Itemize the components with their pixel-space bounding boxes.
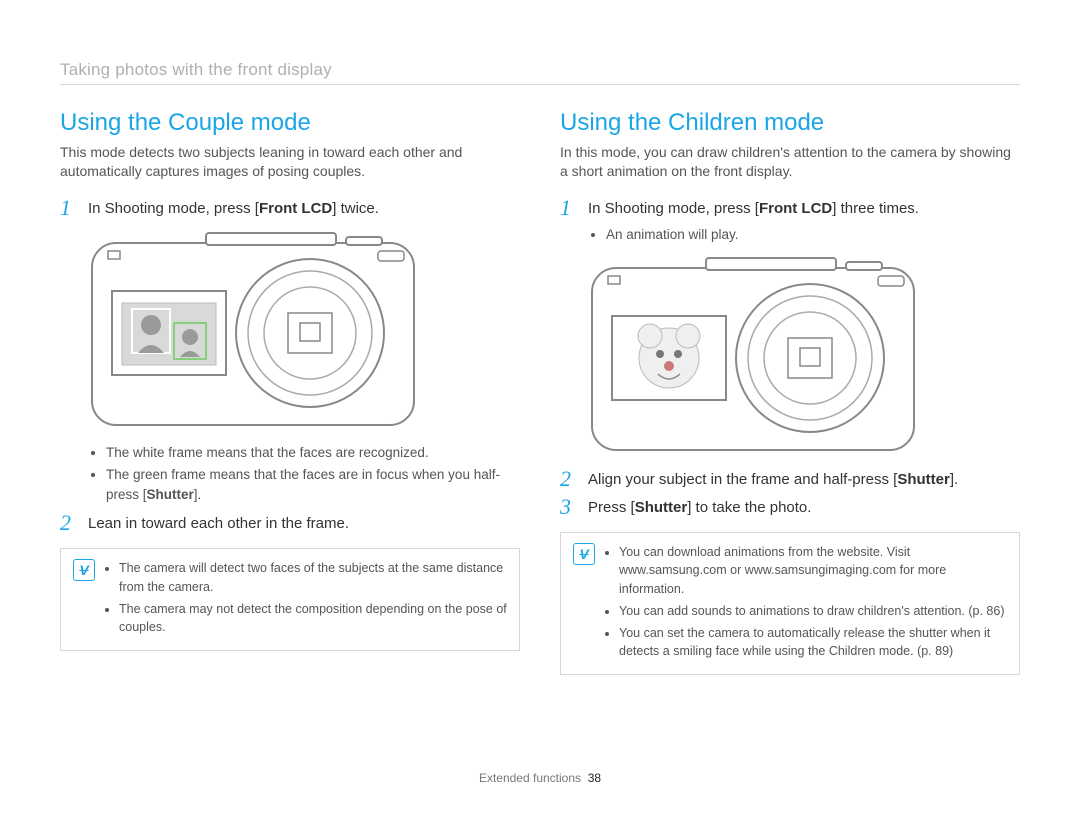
two-column-layout: Using the Couple mode This mode detects … [60,109,1020,675]
left-column: Using the Couple mode This mode detects … [60,109,520,675]
footer-label: Extended functions [479,771,581,785]
right-column: Using the Children mode In this mode, yo… [560,109,1020,675]
children-note-box: V You can download animations from the w… [560,532,1020,675]
note-list: The camera will detect two faces of the … [105,559,507,640]
couple-bullets: The white frame means that the faces are… [60,443,520,505]
bold-text: Front LCD [759,200,832,217]
list-item: The white frame means that the faces are… [106,443,520,463]
couple-mode-intro: This mode detects two subjects leaning i… [60,143,520,181]
children-camera-illustration [560,254,1020,454]
couple-camera-illustration [60,229,520,429]
bold-text: Front LCD [259,200,332,217]
step-number: 2 [560,468,578,490]
divider [60,84,1020,85]
text: Align your subject in the frame and half… [588,471,897,488]
bold-text: Shutter [147,487,194,502]
list-item: You can set the camera to automatically … [619,624,1007,660]
step-text: In Shooting mode, press [Front LCD] thre… [588,197,1020,219]
children-sub-bullets: An animation will play. [560,225,1020,245]
list-item: You can add sounds to animations to draw… [619,602,1007,620]
text: ]. [194,487,202,502]
step-number: 1 [60,197,78,219]
text: ] to take the photo. [687,499,811,516]
text: ] twice. [332,200,379,217]
step-number: 2 [60,512,78,534]
bold-text: Shutter [635,499,688,516]
manual-page: Taking photos with the front display Usi… [0,0,1080,815]
step-number: 1 [560,197,578,219]
children-mode-intro: In this mode, you can draw children's at… [560,143,1020,181]
text: ] three times. [832,200,919,217]
children-mode-heading: Using the Children mode [560,109,1020,137]
step-text: In Shooting mode, press [Front LCD] twic… [88,197,520,219]
bold-text: Shutter [897,471,950,488]
children-step-2: 2 Align your subject in the frame and ha… [560,468,1020,490]
note-icon: V [573,543,595,565]
couple-step-1: 1 In Shooting mode, press [Front LCD] tw… [60,197,520,219]
camera-icon [88,229,418,429]
page-number: 38 [588,771,601,785]
text: In Shooting mode, press [ [588,200,759,217]
page-footer: Extended functions 38 [0,771,1080,785]
list-item: You can download animations from the web… [619,543,1007,597]
step-text: Press [Shutter] to take the photo. [588,496,1020,518]
list-item: The camera will detect two faces of the … [119,559,507,595]
note-list: You can download animations from the web… [605,543,1007,664]
children-step-1: 1 In Shooting mode, press [Front LCD] th… [560,197,1020,219]
children-step-3: 3 Press [Shutter] to take the photo. [560,496,1020,518]
couple-note-box: V The camera will detect two faces of th… [60,548,520,651]
step-number: 3 [560,496,578,518]
text: Press [ [588,499,635,516]
step-text: Align your subject in the frame and half… [588,468,1020,490]
breadcrumb: Taking photos with the front display [60,60,1020,80]
list-item: The green frame means that the faces are… [106,465,520,504]
step-text: Lean in toward each other in the frame. [88,512,520,534]
list-item: The camera may not detect the compositio… [119,600,507,636]
list-item: An animation will play. [606,225,1020,245]
text: ]. [950,471,958,488]
text: In Shooting mode, press [ [88,200,259,217]
couple-mode-heading: Using the Couple mode [60,109,520,137]
camera-icon [588,254,918,454]
note-icon: V [73,559,95,581]
couple-step-2: 2 Lean in toward each other in the frame… [60,512,520,534]
